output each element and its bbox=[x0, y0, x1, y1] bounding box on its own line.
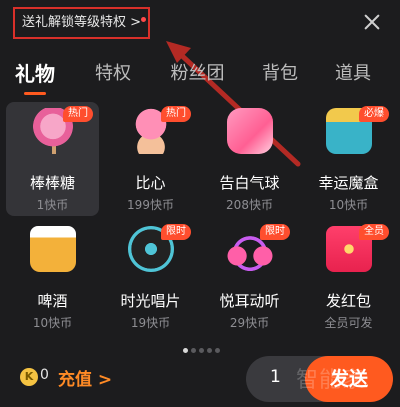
gift-item[interactable]: 必爆 幸运魔盒 10快币 bbox=[302, 102, 395, 216]
gift-price: 208快币 bbox=[226, 198, 273, 212]
badge-limited: 限时 bbox=[260, 224, 290, 240]
gift-name: 比心 bbox=[135, 174, 166, 192]
gift-item[interactable]: 限时 时光唱片 19快币 bbox=[104, 220, 197, 334]
page-indicator bbox=[183, 338, 223, 353]
gift-price: 10快币 bbox=[328, 198, 369, 212]
coin-icon: K bbox=[20, 368, 38, 386]
tab-gift[interactable]: 礼物 bbox=[10, 56, 60, 96]
tab-fan-club[interactable]: 粉丝团 bbox=[165, 56, 230, 96]
notification-dot bbox=[141, 17, 146, 22]
promo-text: 送礼解锁等级特权 > bbox=[22, 15, 142, 30]
badge-must-win: 必爆 bbox=[359, 106, 389, 122]
top-bar: 送礼解锁等级特权 > bbox=[0, 0, 400, 48]
tab-props[interactable]: 道具 bbox=[328, 56, 378, 96]
love-balloon-icon bbox=[227, 108, 273, 154]
gift-price: 199快币 bbox=[127, 198, 174, 212]
gift-price: 1快币 bbox=[36, 198, 69, 212]
gift-grid: 热门 棒棒糖 1快币 热门 比心 199快币 告白气球 208快币 必爆 幸运魔… bbox=[6, 102, 400, 334]
badge-limited: 限时 bbox=[161, 224, 191, 240]
gift-price: 29快币 bbox=[229, 316, 270, 330]
gift-price: 10快币 bbox=[32, 316, 73, 330]
close-icon[interactable] bbox=[360, 10, 384, 34]
gift-item[interactable]: 限时 悦耳动听 29快币 bbox=[203, 220, 296, 334]
level-privilege-promo[interactable]: 送礼解锁等级特权 > bbox=[13, 7, 150, 39]
badge-all-members: 全员 bbox=[359, 224, 389, 240]
coin-balance: 0 bbox=[40, 367, 49, 383]
beer-icon bbox=[30, 226, 76, 272]
badge-hot: 热门 bbox=[161, 106, 191, 122]
tab-backpack[interactable]: 背包 bbox=[255, 56, 305, 96]
gift-price: 全员可发 bbox=[324, 316, 373, 330]
gift-name: 啤酒 bbox=[37, 292, 68, 310]
tab-bar: 礼物 特权 粉丝团 背包 道具 bbox=[0, 56, 400, 96]
gift-name: 棒棒糖 bbox=[29, 174, 75, 192]
bottom-bar: K 0 充值 > 1 发送 智能家 bbox=[0, 350, 400, 407]
active-tab-indicator bbox=[24, 92, 46, 95]
gift-item[interactable]: 热门 棒棒糖 1快币 bbox=[6, 102, 99, 216]
gift-item[interactable]: 啤酒 10快币 bbox=[6, 220, 99, 334]
gift-name: 发红包 bbox=[325, 292, 371, 310]
watermark: 智能家 bbox=[296, 368, 366, 393]
gift-price: 19快币 bbox=[130, 316, 171, 330]
badge-hot: 热门 bbox=[63, 106, 93, 122]
gift-item[interactable]: 告白气球 208快币 bbox=[203, 102, 296, 216]
gift-item[interactable]: 全员 发红包 全员可发 bbox=[302, 220, 395, 334]
gift-name: 悦耳动听 bbox=[219, 292, 280, 310]
recharge-button[interactable]: 充值 > bbox=[58, 365, 112, 390]
gift-item[interactable]: 热门 比心 199快币 bbox=[104, 102, 197, 216]
gift-name: 告白气球 bbox=[219, 174, 280, 192]
gift-name: 幸运魔盒 bbox=[318, 174, 379, 192]
quantity-value: 1 bbox=[270, 367, 281, 387]
gift-name: 时光唱片 bbox=[120, 292, 181, 310]
tab-privilege[interactable]: 特权 bbox=[88, 56, 138, 96]
